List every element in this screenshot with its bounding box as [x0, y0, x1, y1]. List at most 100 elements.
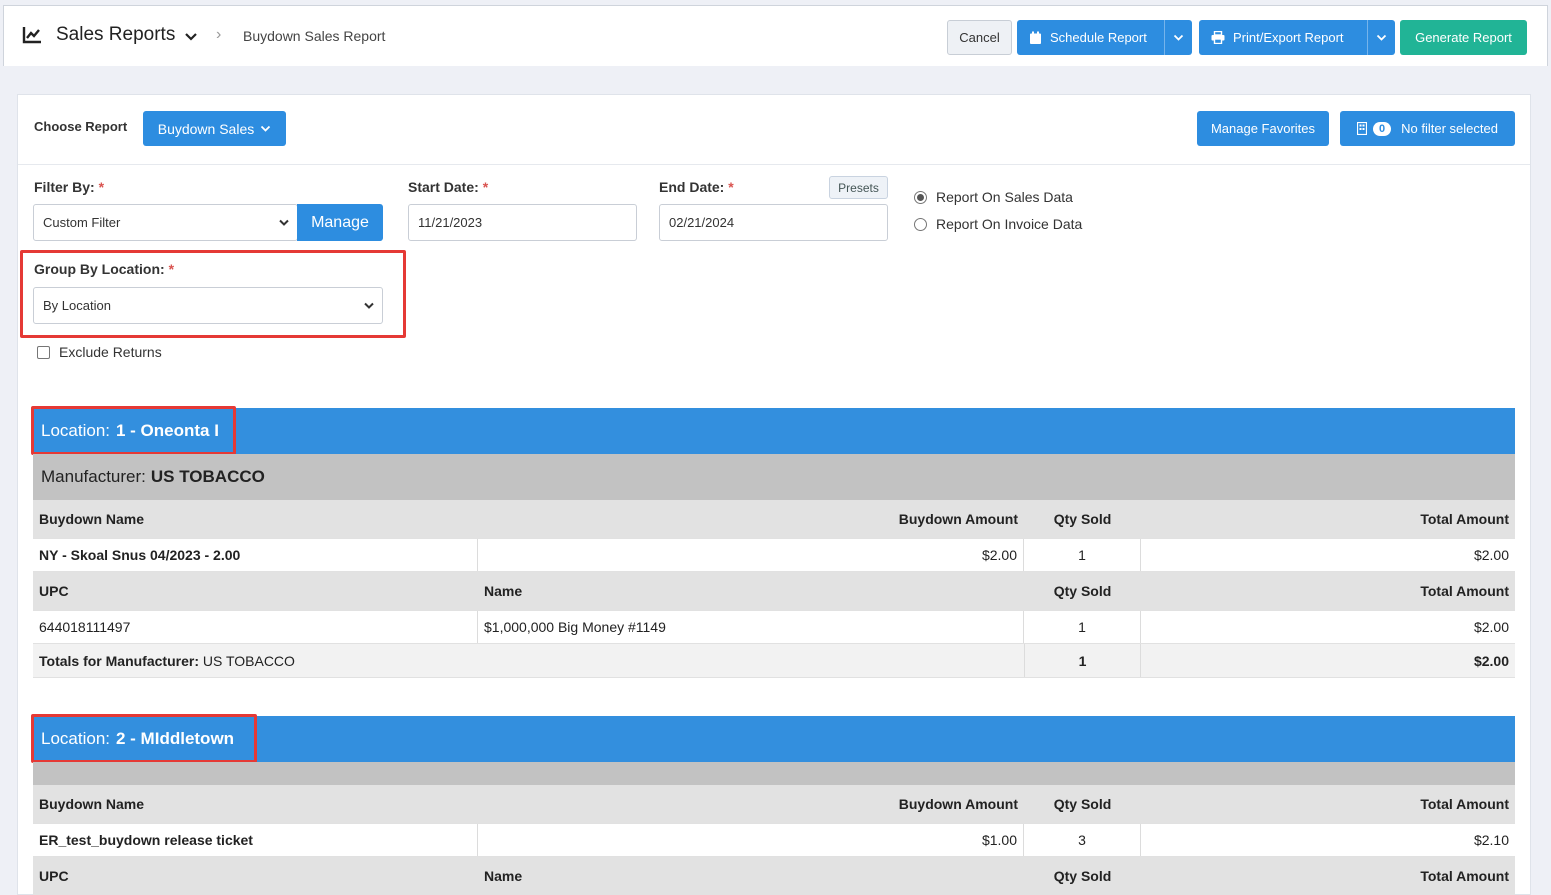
col-buydown-amount: Buydown Amount: [898, 796, 1018, 812]
choose-report-value: Buydown Sales: [157, 120, 255, 137]
buydown-total: $2.10: [1473, 832, 1509, 848]
exclude-returns-checkbox[interactable]: Exclude Returns: [37, 344, 162, 360]
line-chart-icon: [22, 27, 41, 44]
totals-manufacturer: US TOBACCO: [202, 652, 295, 669]
buydown-row: ER_test_buydown release ticket $1.00 3 $…: [33, 824, 1515, 857]
buydown-header-row: Buydown Name Buydown Amount Qty Sold Tot…: [33, 785, 1515, 824]
item-row: 644018111497 $1,000,000 Big Money #1149 …: [33, 611, 1515, 644]
buydown-header-row: Buydown Name Buydown Amount Qty Sold Tot…: [33, 500, 1515, 539]
required-mark: *: [482, 179, 489, 195]
buydown-total: $2.00: [1473, 547, 1509, 563]
page-title[interactable]: Sales Reports: [56, 24, 175, 46]
manage-favorites-button[interactable]: Manage Favorites: [1197, 111, 1329, 146]
saved-filter-button[interactable]: 0 No filter selected: [1340, 111, 1515, 146]
buydown-qty: 3: [1024, 824, 1141, 856]
chevron-down-icon[interactable]: [184, 32, 198, 42]
filter-by-value: Custom Filter: [43, 215, 121, 230]
required-mark: *: [728, 179, 734, 195]
totals-row: Totals for Manufacturer: US TOBACCO 1 $2…: [33, 644, 1515, 678]
end-date-label-text: End Date:: [659, 179, 725, 195]
calendar-icon: [1029, 31, 1042, 45]
buydown-amount: $2.00: [478, 539, 1024, 571]
report-panel: Choose Report Buydown Sales Manage Favor…: [17, 94, 1531, 895]
col-qty-sold: Qty Sold: [1053, 583, 1112, 599]
checkbox-icon: [37, 345, 50, 359]
col-total-amount: Total Amount: [1420, 583, 1509, 599]
schedule-report-button[interactable]: Schedule Report: [1017, 20, 1192, 55]
item-qty: 1: [1024, 611, 1141, 643]
choose-report-dropdown[interactable]: Buydown Sales: [143, 111, 286, 146]
col-total-amount: Total Amount: [1420, 796, 1509, 812]
presets-button[interactable]: Presets: [829, 176, 888, 199]
location-highlight: [31, 714, 257, 763]
manufacturer-name: US TOBACCO: [150, 467, 265, 486]
col-name: Name: [484, 583, 523, 599]
item-total: $2.00: [1473, 619, 1509, 635]
end-date-label: End Date: *: [659, 179, 734, 195]
generate-report-button[interactable]: Generate Report: [1400, 20, 1527, 55]
breadcrumb: Buydown Sales Report: [243, 28, 386, 44]
buydown-row: NY - Skoal Snus 04/2023 - 2.00 $2.00 1 $…: [33, 539, 1515, 572]
print-dropdown-chevron-icon[interactable]: [1367, 20, 1395, 55]
col-name: Name: [484, 868, 523, 884]
manufacturer-prefix: Manufacturer:: [41, 467, 146, 486]
group-by-highlight: [20, 250, 406, 338]
exclude-returns-label: Exclude Returns: [59, 344, 162, 360]
col-buydown-name: Buydown Name: [39, 511, 145, 527]
manufacturer-header: [33, 762, 1515, 785]
chevron-down-icon: [261, 125, 271, 132]
col-qty-sold: Qty Sold: [1053, 511, 1112, 527]
item-name: $1,000,000 Big Money #1149: [478, 611, 1024, 643]
totals-label: Totals for Manufacturer: US TOBACCO: [33, 644, 1024, 677]
report-on-invoice-label: Report On Invoice Data: [936, 216, 1083, 232]
cancel-button[interactable]: Cancel: [947, 20, 1012, 55]
totals-qty: 1: [1024, 644, 1141, 677]
choose-report-label: Choose Report: [34, 119, 128, 134]
filter-by-label-text: Filter By:: [34, 179, 95, 195]
col-buydown-amount: Buydown Amount: [898, 511, 1018, 527]
buydown-name: ER_test_buydown release ticket: [33, 824, 478, 856]
report-on-sales-label: Report On Sales Data: [936, 189, 1073, 205]
printer-icon: [1211, 31, 1225, 44]
filter-status-text: No filter selected: [1401, 121, 1498, 136]
end-date-input[interactable]: 02/21/2024: [659, 204, 888, 241]
buydown-amount: $1.00: [478, 824, 1024, 856]
manufacturer-header: Manufacturer: US TOBACCO: [33, 454, 1515, 500]
col-total-amount: Total Amount: [1420, 511, 1509, 527]
buydown-qty: 1: [1024, 539, 1141, 571]
col-upc: UPC: [39, 868, 69, 884]
manage-filter-button[interactable]: Manage: [297, 204, 383, 241]
filter-by-select[interactable]: Custom Filter: [33, 204, 298, 241]
report-on-sales-radio[interactable]: Report On Sales Data: [914, 189, 1073, 205]
totals-amount: $2.00: [1473, 652, 1509, 669]
upc-header-row: UPC Name Qty Sold Total Amount: [33, 857, 1515, 895]
filter-by-label: Filter By: *: [34, 179, 104, 195]
col-upc: UPC: [39, 583, 69, 599]
start-date-label-text: Start Date:: [408, 179, 479, 195]
report-on-invoice-radio[interactable]: Report On Invoice Data: [914, 216, 1082, 232]
building-icon: [1357, 122, 1368, 135]
item-upc: 644018111497: [33, 611, 478, 643]
start-date-input[interactable]: 11/21/2023: [408, 204, 637, 241]
col-qty-sold: Qty Sold: [1053, 796, 1112, 812]
col-total-amount: Total Amount: [1420, 868, 1509, 884]
top-bar: Sales Reports › Buydown Sales Report Can…: [3, 5, 1548, 66]
print-export-button[interactable]: Print/Export Report: [1199, 20, 1395, 55]
col-qty-sold: Qty Sold: [1053, 868, 1112, 884]
schedule-dropdown-chevron-icon[interactable]: [1164, 20, 1192, 55]
upc-header-row: UPC Name Qty Sold Total Amount: [33, 572, 1515, 611]
filter-count-badge: 0: [1373, 121, 1392, 136]
totals-prefix: Totals for Manufacturer:: [39, 652, 199, 669]
report-picker-header: Choose Report Buydown Sales Manage Favor…: [18, 95, 1530, 165]
radio-selected-icon: [914, 190, 927, 204]
print-export-label: Print/Export Report: [1233, 30, 1344, 45]
schedule-report-label: Schedule Report: [1050, 30, 1147, 45]
chevron-down-icon: [279, 219, 289, 226]
buydown-name: NY - Skoal Snus 04/2023 - 2.00: [33, 539, 478, 571]
start-date-label: Start Date: *: [408, 179, 488, 195]
location-highlight: [31, 406, 236, 455]
location-header: Location: 1 - Oneonta I: [33, 408, 1515, 454]
col-buydown-name: Buydown Name: [39, 796, 145, 812]
radio-unselected-icon: [914, 217, 927, 231]
required-mark: *: [98, 179, 105, 195]
